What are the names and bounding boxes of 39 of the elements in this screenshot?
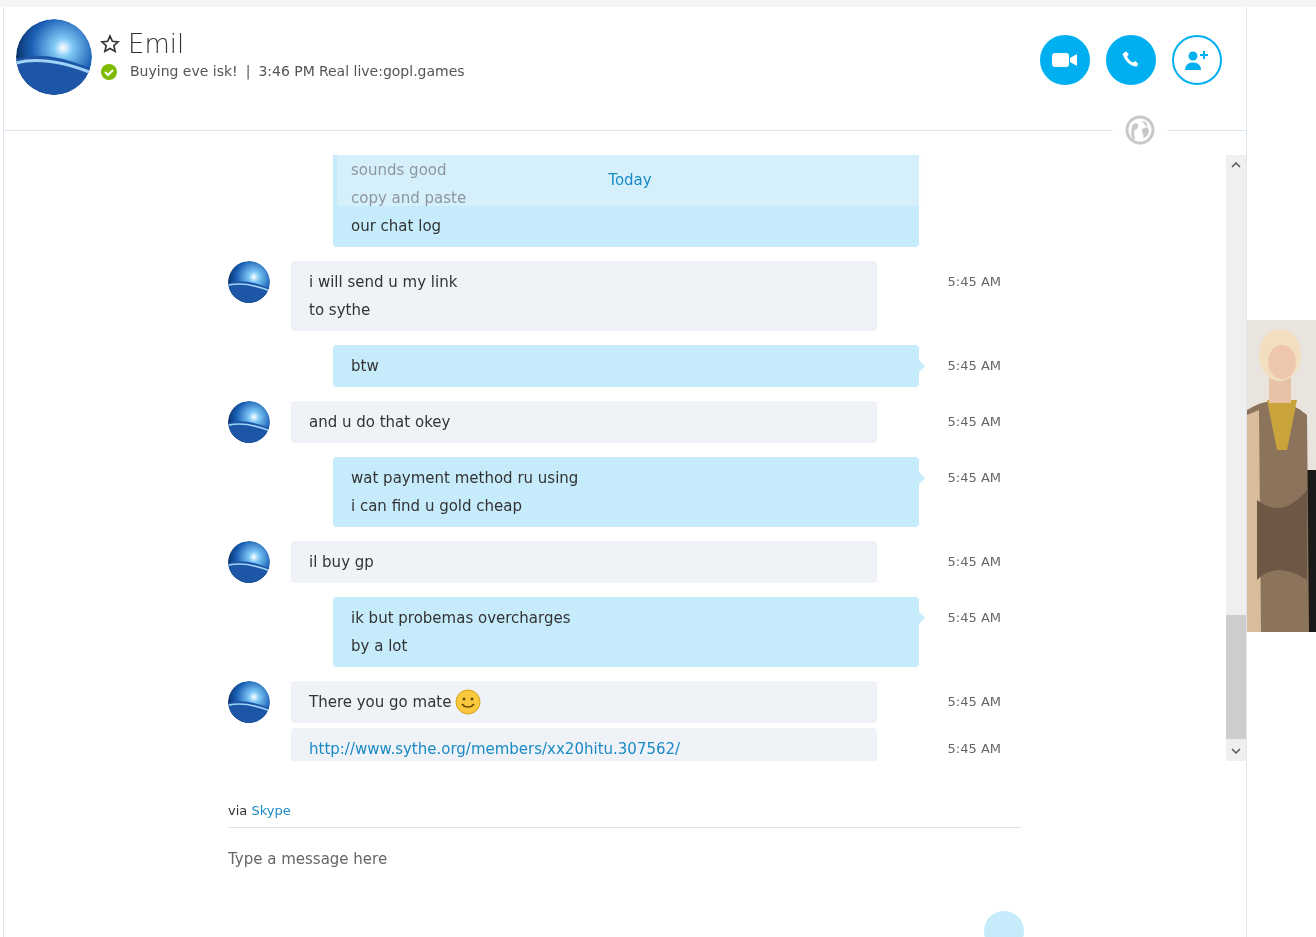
video-camera-icon [1052, 52, 1078, 68]
message-input[interactable]: Type a message here [228, 827, 1021, 890]
scrollbar[interactable] [1226, 155, 1246, 761]
message-line: and u do that okey [309, 412, 451, 433]
message-time: 5:45 AM [947, 413, 1001, 431]
via-label: via [228, 803, 248, 818]
message-line: i will send u my link [309, 272, 458, 293]
separator-text: | [245, 62, 251, 82]
message-time: 5:45 AM [947, 469, 1001, 487]
message-line: by a lot [351, 636, 408, 657]
scrollbar-thumb[interactable] [1226, 615, 1246, 739]
call-button[interactable] [1106, 35, 1156, 85]
message-line: sounds good [351, 160, 447, 181]
message-line: il buy gp [309, 552, 374, 573]
message-time: 5:45 AM [947, 740, 1001, 758]
account-name: Real live:gopl.games [318, 62, 465, 81]
mood-message: Buying eve isk! [130, 62, 238, 81]
message-line: wat payment method ru using [351, 468, 579, 489]
message-line: btw [351, 356, 379, 377]
message-time: 5:45 AM [947, 609, 1001, 627]
local-time: 3:46 PM [258, 62, 315, 81]
contact-name: Emil [128, 28, 185, 61]
message-link[interactable]: http://www.sythe.org/members/xx20hitu.307562/ [309, 735, 681, 761]
message-line: to sythe [309, 300, 371, 321]
message-time: 5:45 AM [947, 693, 1001, 711]
star-icon[interactable] [100, 34, 120, 54]
add-contact-button[interactable] [1172, 35, 1222, 85]
message-line: There you go mate [309, 692, 452, 713]
add-person-icon [1184, 49, 1210, 71]
message-line: copy and paste [351, 188, 467, 209]
message-time: 5:45 AM [947, 273, 1001, 291]
message-time: 5:45 AM [947, 357, 1001, 375]
message-line: ik but probemas overcharges [351, 608, 571, 629]
message-line: i can find u gold cheap [351, 496, 523, 517]
message-line: our chat log [351, 216, 442, 237]
message-time: 5:45 AM [947, 553, 1001, 571]
globe-icon[interactable] [1125, 115, 1155, 145]
service-link[interactable]: Skype [251, 803, 291, 818]
video-call-button[interactable] [1040, 35, 1090, 85]
